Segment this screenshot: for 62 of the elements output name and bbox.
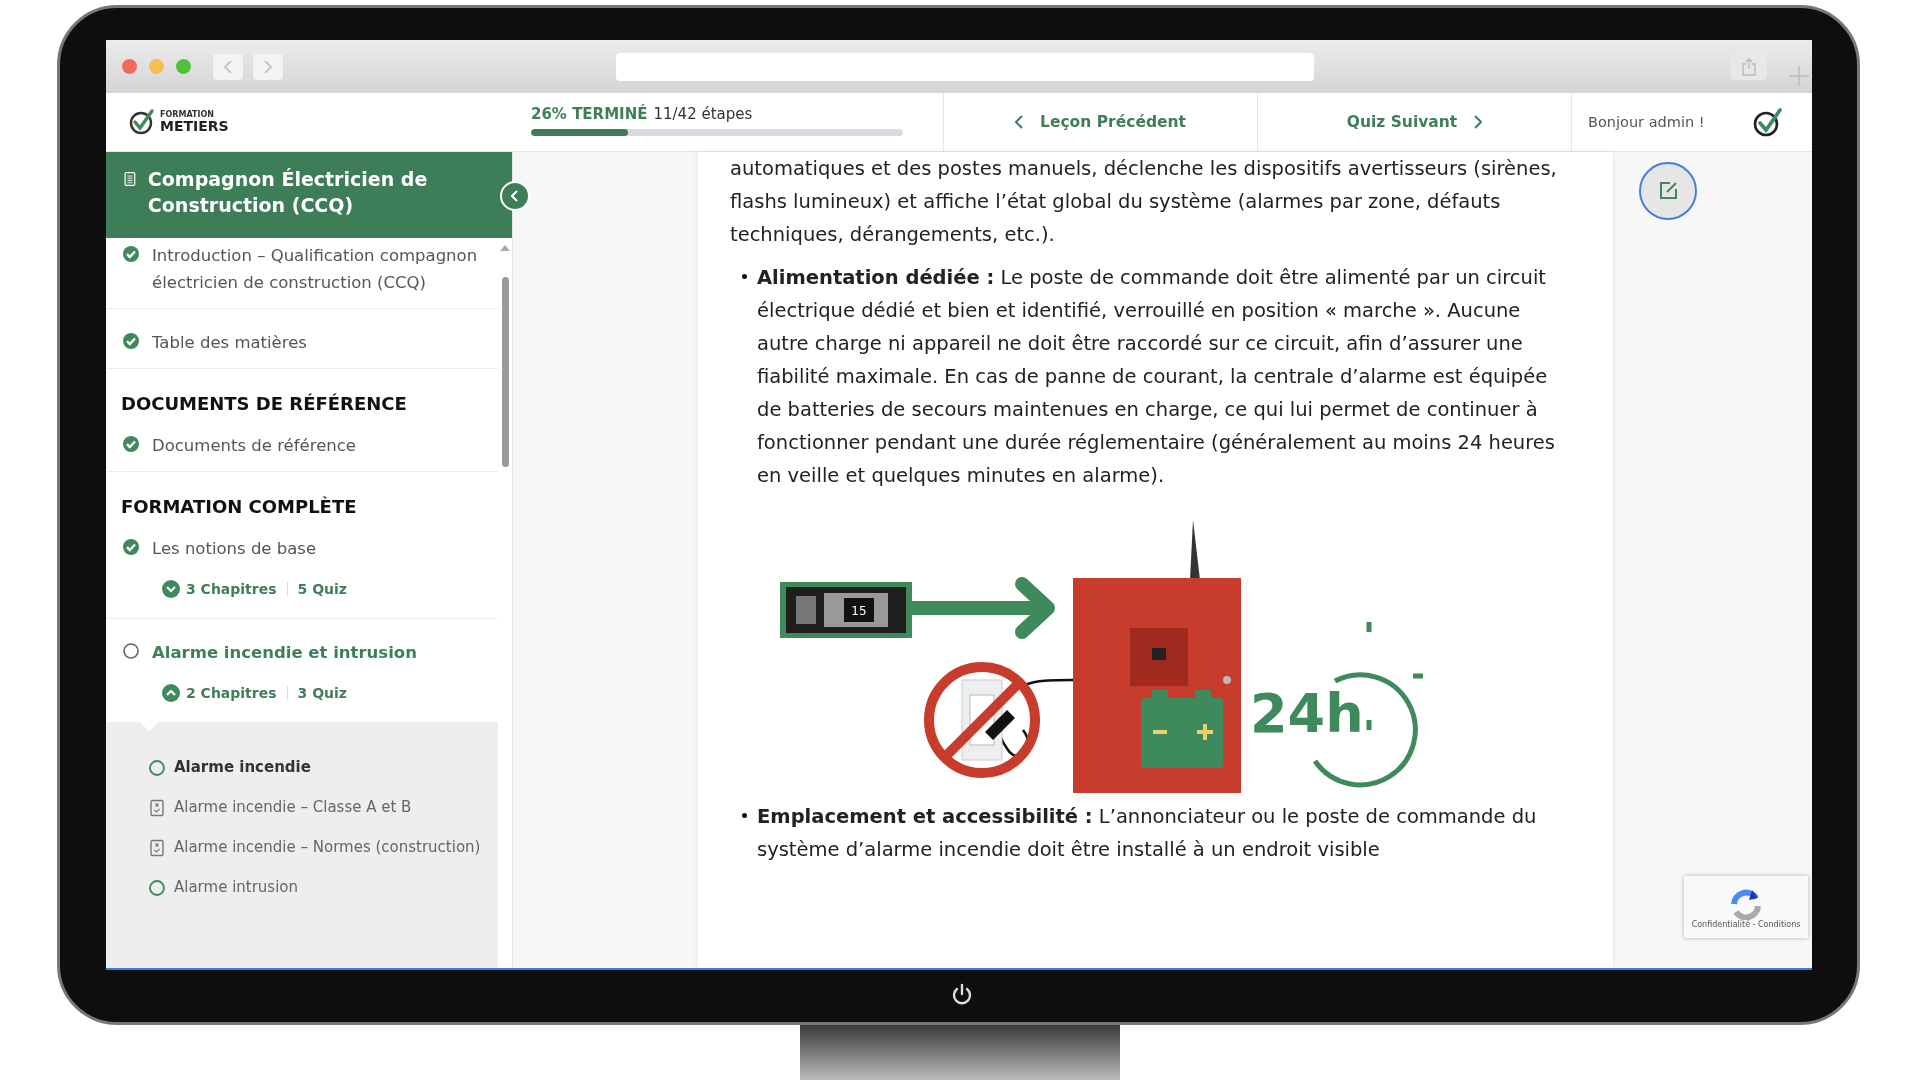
minimize-window-button[interactable] — [149, 59, 164, 74]
chevron-right-icon — [1473, 115, 1483, 129]
power-icon[interactable] — [950, 983, 974, 1007]
section-heading: DOCUMENTS DE RÉFÉRENCE — [120, 392, 408, 416]
lesson-link[interactable]: Alarme intrusion — [174, 876, 299, 898]
previous-lesson-link[interactable]: Leçon Précédent — [943, 93, 1257, 151]
chapter-count: 3 Chapitres — [186, 581, 277, 597]
address-bar[interactable] — [616, 52, 1314, 81]
forward-button[interactable] — [253, 53, 283, 80]
arrow-icon — [912, 577, 1055, 639]
greeting-text: Bonjour admin ! — [1588, 114, 1705, 130]
lesson-link[interactable]: Introduction – Qualification compagnon électricien de construction (CCQ) — [152, 242, 498, 296]
share-button[interactable] — [1731, 53, 1767, 80]
quiz-count: 5 Quiz — [297, 581, 347, 597]
new-tab-icon[interactable] — [1789, 65, 1809, 86]
bullet-paragraph: Alimentation dédiée : Le poste de commande doit être alimenté par un circuit électrique dédié et bien et identifié, verrouillé en position « marche ». Aucune autre charge ni appareil ne doit être raccordé sur ce circuit, afin d’assurer une fiabilité maximale. En cas de panne de courant, la centrale d’alarme est équipée de batteries de secours maintenues en charge, ce qui lui permet de continuer à fonctionner pendant une durée réglementaire (généralement au moins 24 heures en veille et quelques minutes en alarme). — [757, 265, 1556, 489]
chevron-right-icon — [263, 59, 273, 74]
chapter-count: 2 Chapitres — [186, 685, 277, 701]
scroll-up-icon[interactable] — [499, 244, 511, 252]
empty-circle-icon — [148, 759, 166, 777]
logo-check-icon — [128, 108, 156, 136]
back-button[interactable] — [213, 53, 243, 80]
zoom-window-button[interactable] — [176, 59, 191, 74]
share-icon — [1741, 57, 1757, 76]
lesson-link[interactable]: Alarme incendie – Classe A et B — [174, 796, 412, 818]
empty-circle-icon — [148, 879, 166, 897]
lesson-link[interactable]: Documents de référence — [152, 432, 356, 459]
lesson-link[interactable]: Alarme incendie — [174, 756, 311, 778]
lesson-link[interactable]: Alarme incendie – Normes (construction) — [174, 836, 481, 858]
user-check-icon[interactable] — [1752, 107, 1782, 137]
bullet-icon — [742, 274, 747, 279]
collapse-toggle-icon[interactable] — [162, 684, 180, 702]
expand-toggle-icon[interactable] — [162, 580, 180, 598]
course-title: Compagnon Électricien de Construction (CCQ) — [147, 167, 429, 218]
chevron-left-icon — [511, 190, 519, 202]
chevron-left-icon — [1015, 115, 1025, 129]
lesson-link[interactable]: Table des matières — [152, 329, 307, 356]
body-paragraph: automatiques et des postes manuels, déclenche les dispositifs avertisseurs (sirènes, flashs lumineux) et affiche l’état global du système (alarmes par zone, défauts techniques, dérangements, etc.). — [730, 156, 1558, 248]
section-heading: FORMATION COMPLÈTE — [120, 495, 358, 519]
breaker-rating: 15 — [851, 604, 867, 618]
quiz-count: 3 Quiz — [297, 685, 347, 701]
edit-icon — [1657, 180, 1679, 202]
logo-tagline: FORMATION — [160, 111, 215, 119]
quiz-icon — [148, 799, 166, 817]
progress-percent: 26% TERMINÉ — [531, 105, 648, 123]
collapse-sidebar-button[interactable] — [500, 181, 530, 211]
document-icon — [124, 169, 136, 189]
bullet-paragraph: Emplacement et accessibilité : L’annonciateur ou le poste de commande du système d’alarme incendie doit être installé à un endroit visible — [757, 804, 1538, 863]
recaptcha-terms: Confidentialité - Conditions — [1691, 919, 1801, 929]
next-quiz-link[interactable]: Quiz Suivant — [1257, 93, 1571, 151]
progress-steps: 11/42 étapes — [653, 105, 753, 123]
duration-label: 24h — [1250, 682, 1364, 745]
recaptcha-badge[interactable]: Confidentialité - Conditions — [1684, 876, 1808, 938]
scrollbar-thumb[interactable] — [501, 277, 509, 467]
lesson-link[interactable]: Alarme incendie et intrusion — [152, 639, 417, 666]
close-window-button[interactable] — [122, 59, 137, 74]
bullet-icon — [742, 813, 747, 818]
edit-button[interactable] — [1639, 162, 1697, 220]
chevron-left-icon — [223, 59, 233, 74]
lesson-link[interactable]: Les notions de base — [152, 535, 317, 562]
logo-wordmark: METIERS — [160, 119, 229, 133]
quiz-icon — [148, 839, 166, 857]
